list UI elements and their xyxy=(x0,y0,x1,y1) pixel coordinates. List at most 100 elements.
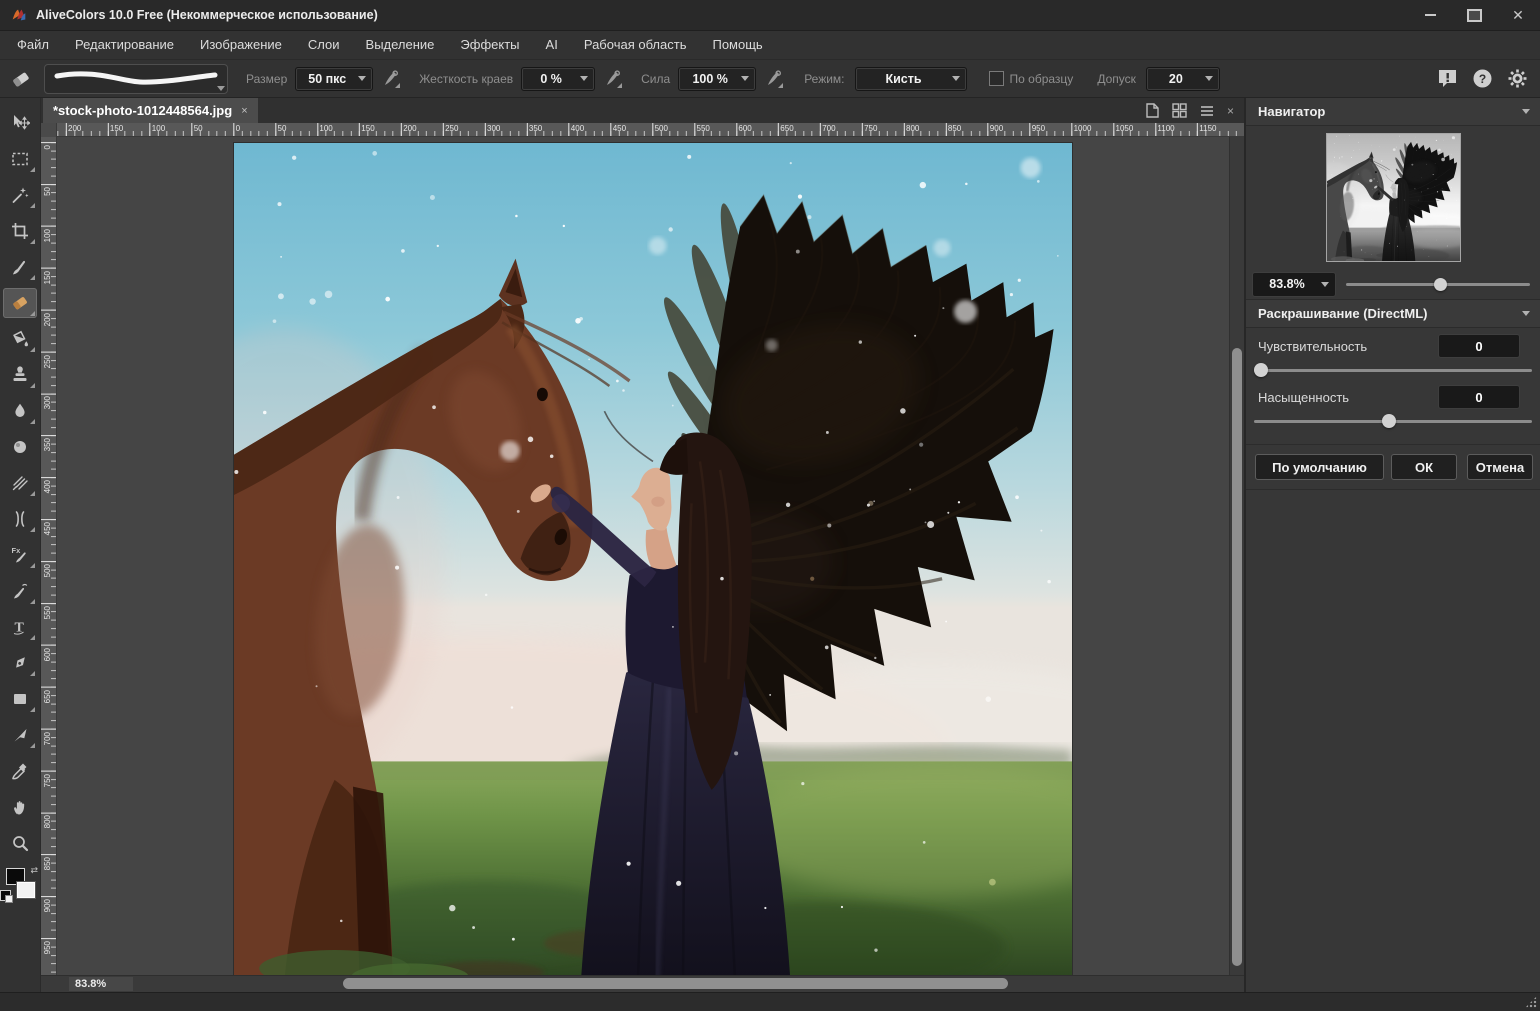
feedback-icon[interactable] xyxy=(1437,68,1458,89)
tool-stamp[interactable] xyxy=(3,360,37,390)
zoom-status[interactable]: 83.8% xyxy=(69,977,133,991)
document-tab[interactable]: *stock-photo-1012448564.jpg × xyxy=(43,98,258,123)
tool-brush[interactable] xyxy=(3,252,37,282)
tool-move[interactable] xyxy=(3,108,37,138)
tool-eraser[interactable] xyxy=(3,288,37,318)
cancel-button[interactable]: Отмена xyxy=(1467,454,1533,480)
navigator-header[interactable]: Навигатор xyxy=(1246,98,1540,126)
tool-magic-wand[interactable] xyxy=(3,180,37,210)
chalk-icon xyxy=(10,473,30,493)
ruler-label: 100 xyxy=(43,229,52,242)
navigator-zoom-slider[interactable] xyxy=(1346,277,1530,291)
chevron-down-icon xyxy=(217,86,225,91)
help-icon[interactable]: ? xyxy=(1472,68,1493,89)
rect-select-icon xyxy=(10,149,30,169)
tool-rect-select[interactable] xyxy=(3,144,37,174)
mode-dropdown[interactable]: Кисть xyxy=(855,67,967,91)
gear-icon[interactable] xyxy=(1507,68,1528,89)
stamp-icon xyxy=(10,365,30,385)
ruler-label: 50 xyxy=(43,187,52,196)
chevron-down-icon[interactable] xyxy=(1522,109,1530,114)
ruler-label: 1150 xyxy=(1199,124,1216,133)
tool-blur-drop[interactable] xyxy=(3,396,37,426)
tool-text[interactable]: T xyxy=(3,612,37,642)
resize-grip-icon[interactable] xyxy=(1525,996,1537,1008)
ruler-label: 150 xyxy=(43,271,52,284)
hardness-dropdown[interactable]: 0 % xyxy=(521,67,595,91)
slider-knob[interactable] xyxy=(1254,363,1268,377)
slider-knob[interactable] xyxy=(1382,414,1396,428)
maximize-button[interactable] xyxy=(1452,0,1496,30)
colorize-panel-header[interactable]: Раскрашивание (DirectML) xyxy=(1246,299,1540,328)
size-dropdown[interactable]: 50 пкс xyxy=(295,67,373,91)
ruler-label: 400 xyxy=(571,124,584,133)
window-title: AliveColors 10.0 Free (Некоммерческое ис… xyxy=(36,8,378,22)
menu-item-рабочая-область[interactable]: Рабочая область xyxy=(571,31,700,59)
navigator-thumbnail[interactable] xyxy=(1326,133,1461,262)
navigator-zoom-dropdown[interactable]: 83.8% xyxy=(1252,272,1336,297)
tool-chalk[interactable] xyxy=(3,468,37,498)
tool-fill[interactable] xyxy=(3,324,37,354)
slider-track xyxy=(1254,369,1532,372)
tool-arrow[interactable] xyxy=(3,720,37,750)
canvas-row: 0501001502002503003504004505005506006507… xyxy=(41,137,1244,975)
tool-pinch[interactable] xyxy=(3,504,37,534)
horizontal-scrollbar-thumb[interactable] xyxy=(343,978,1008,989)
menu-item-изображение[interactable]: Изображение xyxy=(187,31,295,59)
close-button[interactable]: ✕ xyxy=(1496,0,1540,30)
tool-effect-brush[interactable]: Fx xyxy=(3,540,37,570)
tab-close-icon[interactable]: × xyxy=(241,105,247,117)
tile-windows-icon[interactable] xyxy=(1172,103,1187,118)
new-document-icon[interactable] xyxy=(1145,103,1159,118)
tool-pen[interactable] xyxy=(3,648,37,678)
tool-shape[interactable] xyxy=(3,684,37,714)
sensitivity-value[interactable]: 0 xyxy=(1438,334,1520,358)
sensitivity-slider[interactable] xyxy=(1254,361,1532,379)
saturation-value[interactable]: 0 xyxy=(1438,385,1520,409)
menu-item-слои[interactable]: Слои xyxy=(295,31,353,59)
tool-sphere[interactable] xyxy=(3,432,37,462)
vertical-scrollbar-thumb[interactable] xyxy=(1232,348,1242,966)
ok-button[interactable]: ОК xyxy=(1391,454,1457,480)
tool-crop[interactable] xyxy=(3,216,37,246)
sensitivity-row: Чувствительность 0 xyxy=(1246,333,1540,359)
ruler-label: 300 xyxy=(487,124,500,133)
background-color-swatch[interactable] xyxy=(17,882,35,898)
canvas-viewport[interactable] xyxy=(57,137,1229,975)
colorize-buttons: По умолчанию ОК Отмена xyxy=(1246,444,1540,480)
window-list-icon[interactable] xyxy=(1200,105,1214,117)
swap-colors-icon[interactable]: ⇄ xyxy=(30,866,38,875)
brush-stroke-preview-dropdown[interactable] xyxy=(44,64,228,94)
default-button[interactable]: По умолчанию xyxy=(1255,454,1384,480)
tolerance-label: Допуск xyxy=(1097,72,1136,86)
tool-eyedropper[interactable] xyxy=(3,756,37,786)
menu-item-файл[interactable]: Файл xyxy=(4,31,62,59)
menu-item-выделение[interactable]: Выделение xyxy=(353,31,448,59)
effect-brush-icon: Fx xyxy=(10,545,30,565)
sample-checkbox[interactable] xyxy=(989,71,1004,86)
close-all-icon[interactable]: × xyxy=(1227,104,1234,118)
subtool-indicator-icon xyxy=(30,599,35,604)
minimize-button[interactable] xyxy=(1408,0,1452,30)
menu-item-эффекты[interactable]: Эффекты xyxy=(447,31,532,59)
tool-hand[interactable] xyxy=(3,792,37,822)
status-strip xyxy=(0,992,1540,1011)
chevron-down-icon[interactable] xyxy=(1522,311,1530,316)
horizontal-ruler: 2001501005005010015020025030035040045050… xyxy=(57,123,1244,137)
menu-item-ai[interactable]: AI xyxy=(533,31,571,59)
strength-dropdown[interactable]: 100 % xyxy=(678,67,756,91)
saturation-slider[interactable] xyxy=(1254,412,1532,430)
tool-smudge[interactable] xyxy=(3,576,37,606)
vertical-scrollbar[interactable] xyxy=(1229,137,1244,975)
tool-zoom[interactable] xyxy=(3,828,37,858)
options-toolbar: Размер 50 пкс Жесткость краев 0 % Сила 1… xyxy=(0,60,1540,98)
document-image[interactable] xyxy=(234,143,1072,975)
tolerance-dropdown[interactable]: 20 xyxy=(1146,67,1220,91)
default-colors-icon[interactable] xyxy=(0,890,11,901)
slider-knob[interactable] xyxy=(1434,278,1447,291)
ruler-label: 850 xyxy=(43,857,52,870)
chevron-down-icon xyxy=(580,76,588,81)
menu-item-помощь[interactable]: Помощь xyxy=(699,31,775,59)
text-icon: T xyxy=(10,617,30,637)
menu-item-редактирование[interactable]: Редактирование xyxy=(62,31,187,59)
